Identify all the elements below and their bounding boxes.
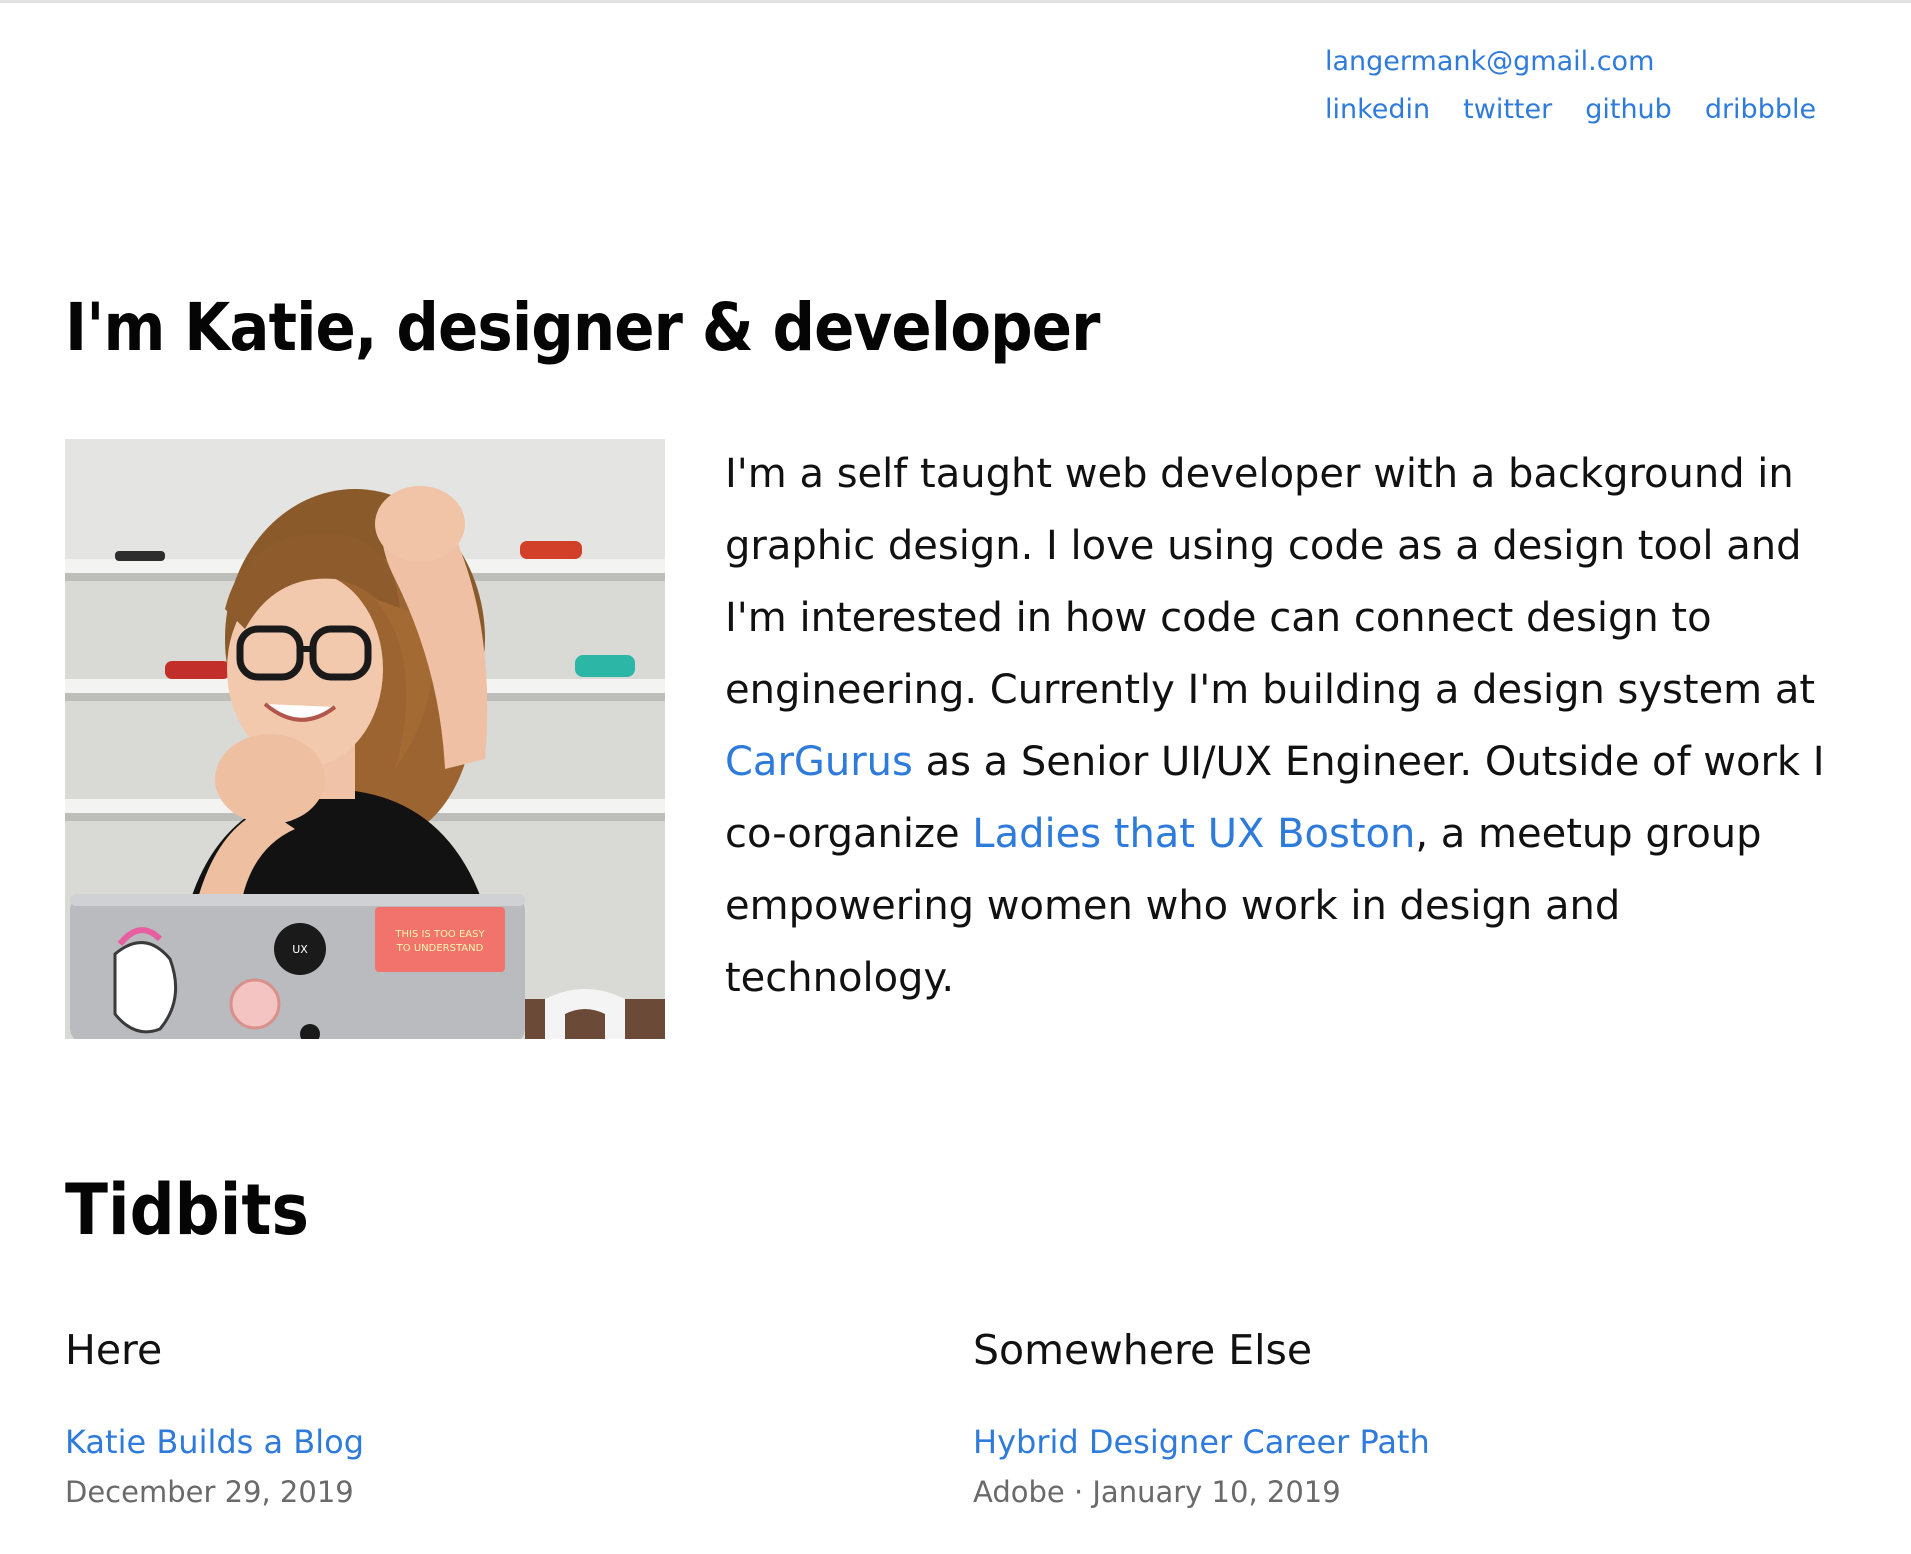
top-border — [0, 0, 1911, 3]
email-link[interactable]: langermank@gmail.com — [1325, 38, 1816, 86]
post-date: December 29, 2019 — [65, 1475, 354, 1509]
twitter-link[interactable]: twitter — [1463, 86, 1552, 134]
somewhere-else-heading: Somewhere Else — [973, 1326, 1313, 1374]
dribbble-link[interactable]: dribbble — [1705, 86, 1816, 134]
tidbits-elsewhere-column: Somewhere Else Hybrid Designer Career Pa… — [973, 1320, 1773, 1512]
svg-text:THIS IS TOO EASY: THIS IS TOO EASY — [394, 929, 485, 940]
svg-text:TO UNDERSTAND: TO UNDERSTAND — [396, 943, 484, 954]
bio-text-1: I'm a self taught web developer with a b… — [725, 451, 1816, 713]
linkedin-link[interactable]: linkedin — [1325, 86, 1430, 134]
post-source-date: Adobe · January 10, 2019 — [973, 1475, 1341, 1509]
tidbits-here-column: Here Katie Builds a Blog December 29, 20… — [65, 1320, 865, 1512]
page-title: I'm Katie, designer & developer — [65, 289, 1100, 366]
post-link-hybrid-designer-career-path[interactable]: Hybrid Designer Career Path — [973, 1422, 1773, 1462]
here-heading: Here — [65, 1326, 163, 1374]
ladies-that-ux-link[interactable]: Ladies that UX Boston — [972, 811, 1415, 857]
post-link-katie-builds-a-blog[interactable]: Katie Builds a Blog — [65, 1422, 865, 1462]
cargurus-link[interactable]: CarGurus — [725, 739, 913, 785]
portrait-photo-icon: UX THIS IS TOO EASY TO UNDERSTAND — [65, 439, 665, 1039]
contact-links: langermank@gmail.com linkedin twitter gi… — [1325, 38, 1816, 134]
tidbits-heading: Tidbits — [65, 1169, 309, 1251]
profile-photo: UX THIS IS TOO EASY TO UNDERSTAND — [65, 439, 665, 1039]
svg-text:UX: UX — [292, 943, 308, 956]
bio-paragraph: I'm a self taught web developer with a b… — [725, 438, 1855, 1014]
social-links: linkedin twitter github dribbble — [1325, 86, 1816, 134]
github-link[interactable]: github — [1585, 86, 1672, 134]
